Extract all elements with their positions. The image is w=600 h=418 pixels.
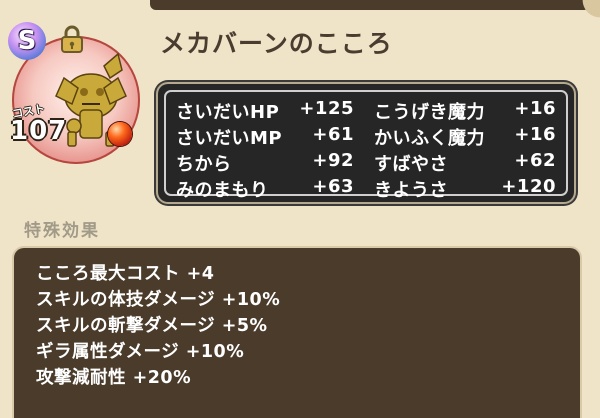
- stat-row: ちから +92: [176, 150, 354, 176]
- stat-row: すばやさ +62: [374, 150, 556, 176]
- stat-row: きようさ +120: [374, 176, 556, 202]
- stat-label: さいだいMP: [176, 128, 283, 149]
- stats-frame: さいだいHP +125 こうげき魔力 +16 さいだいMP +61 かいふく魔力…: [164, 90, 568, 201]
- stat-label: こうげき魔力: [374, 102, 485, 123]
- stat-value: +120: [501, 176, 556, 197]
- effect-line: こころ最大コスト +4: [36, 264, 215, 284]
- stat-value: +63: [312, 176, 354, 197]
- lock-icon[interactable]: [58, 24, 86, 54]
- corner-decoration: [578, 0, 600, 18]
- stat-row: こうげき魔力 +16: [374, 98, 556, 124]
- rank-badge: S: [8, 22, 46, 60]
- effect-line: スキルの体技ダメージ +10%: [36, 290, 281, 310]
- stat-row: みのまもり +63: [176, 176, 354, 202]
- stat-label: みのまもり: [176, 180, 269, 201]
- stat-value: +92: [312, 150, 354, 171]
- stat-value: +16: [514, 98, 556, 119]
- stat-label: きようさ: [374, 180, 448, 201]
- stat-value: +16: [514, 124, 556, 145]
- effect-line: 攻撃減耐性 +20%: [36, 368, 192, 388]
- special-effects-heading: 特殊効果: [24, 221, 100, 241]
- stat-row: さいだいMP +61: [176, 124, 354, 150]
- stat-value: +62: [514, 150, 556, 171]
- stat-label: さいだいHP: [176, 102, 280, 123]
- stats-panel: さいだいHP +125 こうげき魔力 +16 さいだいMP +61 かいふく魔力…: [158, 84, 574, 202]
- cost-value: 107: [10, 116, 68, 146]
- stat-row: さいだいHP +125: [176, 98, 354, 124]
- effect-line: スキルの斬撃ダメージ +5%: [36, 316, 268, 336]
- effect-line: ギラ属性ダメージ +10%: [36, 342, 245, 362]
- top-bar: [150, 0, 590, 10]
- stat-value: +125: [299, 98, 354, 119]
- special-effects-panel: こころ最大コスト +4 スキルの体技ダメージ +10% スキルの斬撃ダメージ +…: [14, 248, 580, 418]
- stat-row: かいふく魔力 +16: [374, 124, 556, 150]
- element-orb-icon: [108, 122, 132, 146]
- stat-label: かいふく魔力: [374, 128, 485, 149]
- monster-name: メカバーンのこころ: [160, 29, 393, 58]
- stat-label: すばやさ: [374, 154, 448, 175]
- stat-value: +61: [312, 124, 354, 145]
- stat-label: ちから: [176, 154, 232, 175]
